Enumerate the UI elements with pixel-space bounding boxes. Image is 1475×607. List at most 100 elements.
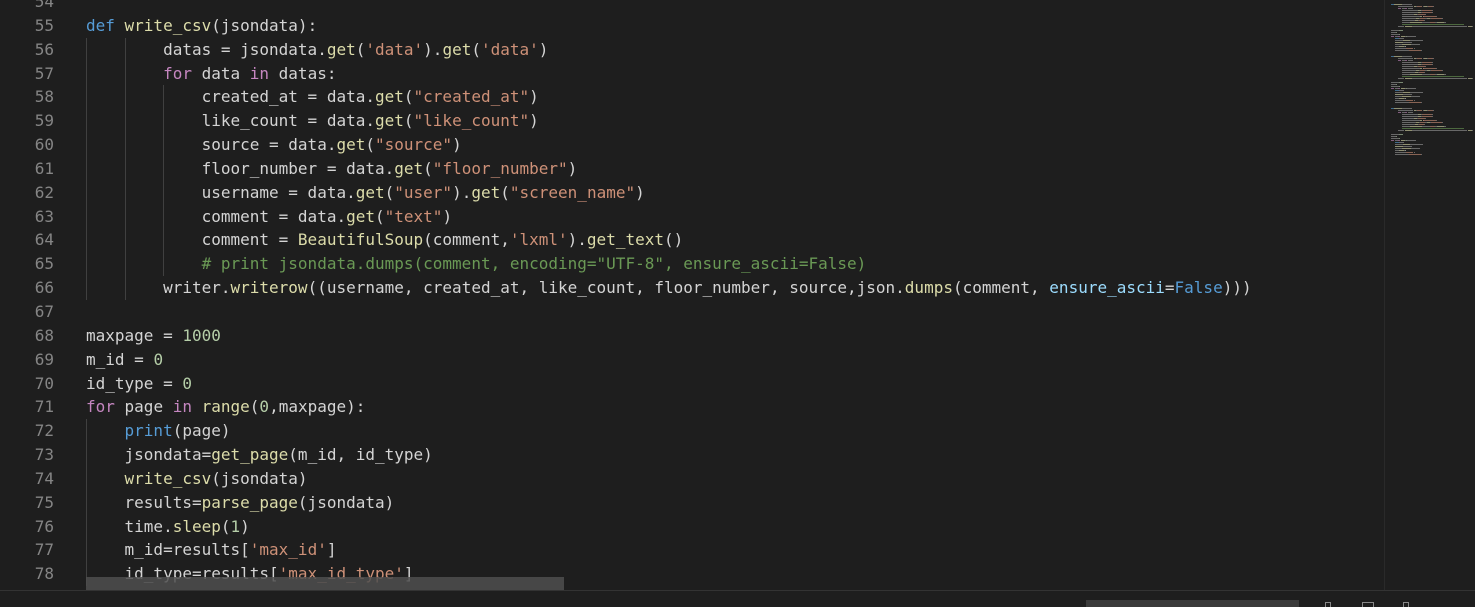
minimap-line <box>1421 114 1433 115</box>
code-token: ( <box>403 111 414 131</box>
line-number: 78 <box>34 564 54 584</box>
code-text: id_type = 0 <box>86 372 192 396</box>
minimap-line <box>1432 116 1434 117</box>
code-line[interactable]: 59 like_count = data.get("like_count") <box>0 109 1383 134</box>
code-text: maxpage = 1000 <box>86 324 221 348</box>
code-line[interactable]: 61 floor_number = data.get("floor_number… <box>0 156 1383 181</box>
code-token: username = data. <box>86 182 356 202</box>
minimap-line <box>1402 92 1410 93</box>
minimap-line <box>1398 112 1401 113</box>
layout-icon[interactable] <box>1362 602 1374 607</box>
code-line[interactable]: 73 jsondata=get_page(m_id, id_type) <box>0 443 1383 467</box>
code-line[interactable]: 62 username = data.get("user").get("scre… <box>0 180 1383 205</box>
horizontal-scrollbar-thumb[interactable] <box>86 577 564 590</box>
code-token: "screen_name" <box>509 182 636 202</box>
minimap-line <box>1404 130 1412 131</box>
minimap-line <box>1401 114 1418 115</box>
code-token: get <box>355 182 385 202</box>
minimap-line <box>1391 34 1400 35</box>
minimap-line <box>1401 116 1418 117</box>
code-token: comment = <box>86 230 298 250</box>
notification-icon[interactable] <box>1325 602 1331 607</box>
minimap-line <box>1425 14 1427 15</box>
horizontal-scrollbar[interactable] <box>86 577 1384 590</box>
minimap-line <box>1401 18 1417 19</box>
code-line[interactable]: 70 id_type = 0 <box>0 372 1383 396</box>
minimap-line <box>1405 8 1408 9</box>
code-line[interactable]: 65 # print jsondata.dumps(comment, encod… <box>0 252 1383 277</box>
code-token: floor_number = data. <box>86 158 395 178</box>
code-line[interactable]: 75 results=parse_page(jsondata) <box>0 490 1383 515</box>
code-line[interactable]: 72 print(page) <box>0 419 1383 444</box>
minimap-line <box>1399 134 1403 135</box>
minimap-line <box>1409 74 1422 75</box>
minimap-line <box>1401 70 1417 71</box>
minimap-line <box>1424 72 1426 73</box>
line-number: 68 <box>34 325 54 345</box>
code-token: ) <box>538 39 549 59</box>
minimap-line <box>1407 36 1417 37</box>
code-line[interactable]: 66 writer.writerow((username, created_at… <box>0 276 1383 300</box>
code-token: range <box>201 397 250 417</box>
code-line[interactable]: 60 source = data.get("source") <box>0 133 1383 157</box>
code-token: ( <box>471 39 481 59</box>
minimap-line <box>1394 50 1409 51</box>
minimap-line <box>1442 18 1444 19</box>
code-token: dumps <box>904 278 953 298</box>
code-line[interactable]: 68 maxpage = 1000 <box>0 324 1383 348</box>
code-token: jsondata= <box>86 445 212 465</box>
minimap-line <box>1405 46 1407 47</box>
code-line[interactable]: 74 write_csv(jsondata) <box>0 466 1383 491</box>
code-text: results=parse_page(jsondata) <box>86 491 395 515</box>
bell-icon[interactable] <box>1403 602 1409 607</box>
line-number: 77 <box>34 540 54 560</box>
code-line[interactable]: 64 comment = BeautifulSoup(comment,'lxml… <box>0 228 1383 253</box>
minimap-line <box>1394 40 1403 41</box>
minimap-line <box>1394 146 1403 147</box>
code-line[interactable]: 76 time.sleep(1) <box>0 514 1383 539</box>
minimap-line <box>1444 22 1446 23</box>
code-line[interactable]: 67 <box>0 300 1383 324</box>
code-token: 0 <box>153 349 164 369</box>
code-token: (jsondata) <box>297 492 395 512</box>
minimap-line <box>1402 94 1412 95</box>
code-line[interactable]: 69 m_id = 0 <box>0 348 1383 372</box>
code-line[interactable]: 54 <box>0 0 1383 14</box>
minimap-line <box>1398 8 1401 9</box>
code-line[interactable]: 56 datas = jsondata.get('data').get('dat… <box>0 37 1383 62</box>
code-text: comment = data.get("text") <box>86 205 452 229</box>
line-number: 56 <box>34 39 54 59</box>
minimap[interactable] <box>1384 0 1475 590</box>
code-token: datas = jsondata. <box>86 39 327 59</box>
line-number: 57 <box>34 63 54 83</box>
minimap-line <box>1409 102 1421 103</box>
code-line[interactable]: 71 for page in range(0,maxpage): <box>0 395 1383 419</box>
minimap-line <box>1408 112 1414 113</box>
minimap-line <box>1401 14 1415 15</box>
code-token: ). <box>423 39 443 59</box>
code-area[interactable]: 54 55 def write_csv(jsondata): 56 datas = j… <box>0 0 1383 590</box>
minimap-line <box>1394 44 1402 45</box>
minimap-line <box>1406 100 1414 101</box>
code-line[interactable]: 63 comment = data.get("text") <box>0 204 1383 229</box>
code-token: BeautifulSoup <box>297 230 424 250</box>
code-token: (m_id, id_type) <box>288 445 433 465</box>
minimap-line <box>1391 138 1400 139</box>
line-number: 65 <box>34 254 54 274</box>
code-line[interactable]: 58 created_at = data.get("created_at") <box>0 85 1383 110</box>
minimap-line <box>1402 146 1412 147</box>
code-line[interactable]: 55 def write_csv(jsondata): <box>0 14 1383 38</box>
code-token: maxpage = <box>86 325 183 345</box>
code-token: time. <box>86 516 173 536</box>
code-line[interactable]: 57 for data in datas: <box>0 61 1383 86</box>
minimap-line <box>1396 84 1398 85</box>
minimap-line <box>1399 38 1405 39</box>
minimap-line <box>1421 126 1430 127</box>
minimap-line <box>1394 102 1409 103</box>
minimap-line <box>1394 92 1403 93</box>
minimap-line <box>1432 114 1434 115</box>
code-editor[interactable]: 54 55 def write_csv(jsondata): 56 datas = j… <box>0 0 1475 607</box>
code-line[interactable]: 77 m_id=results['max_id'] <box>0 538 1383 563</box>
code-text: like_count = data.get("like_count") <box>86 109 539 133</box>
